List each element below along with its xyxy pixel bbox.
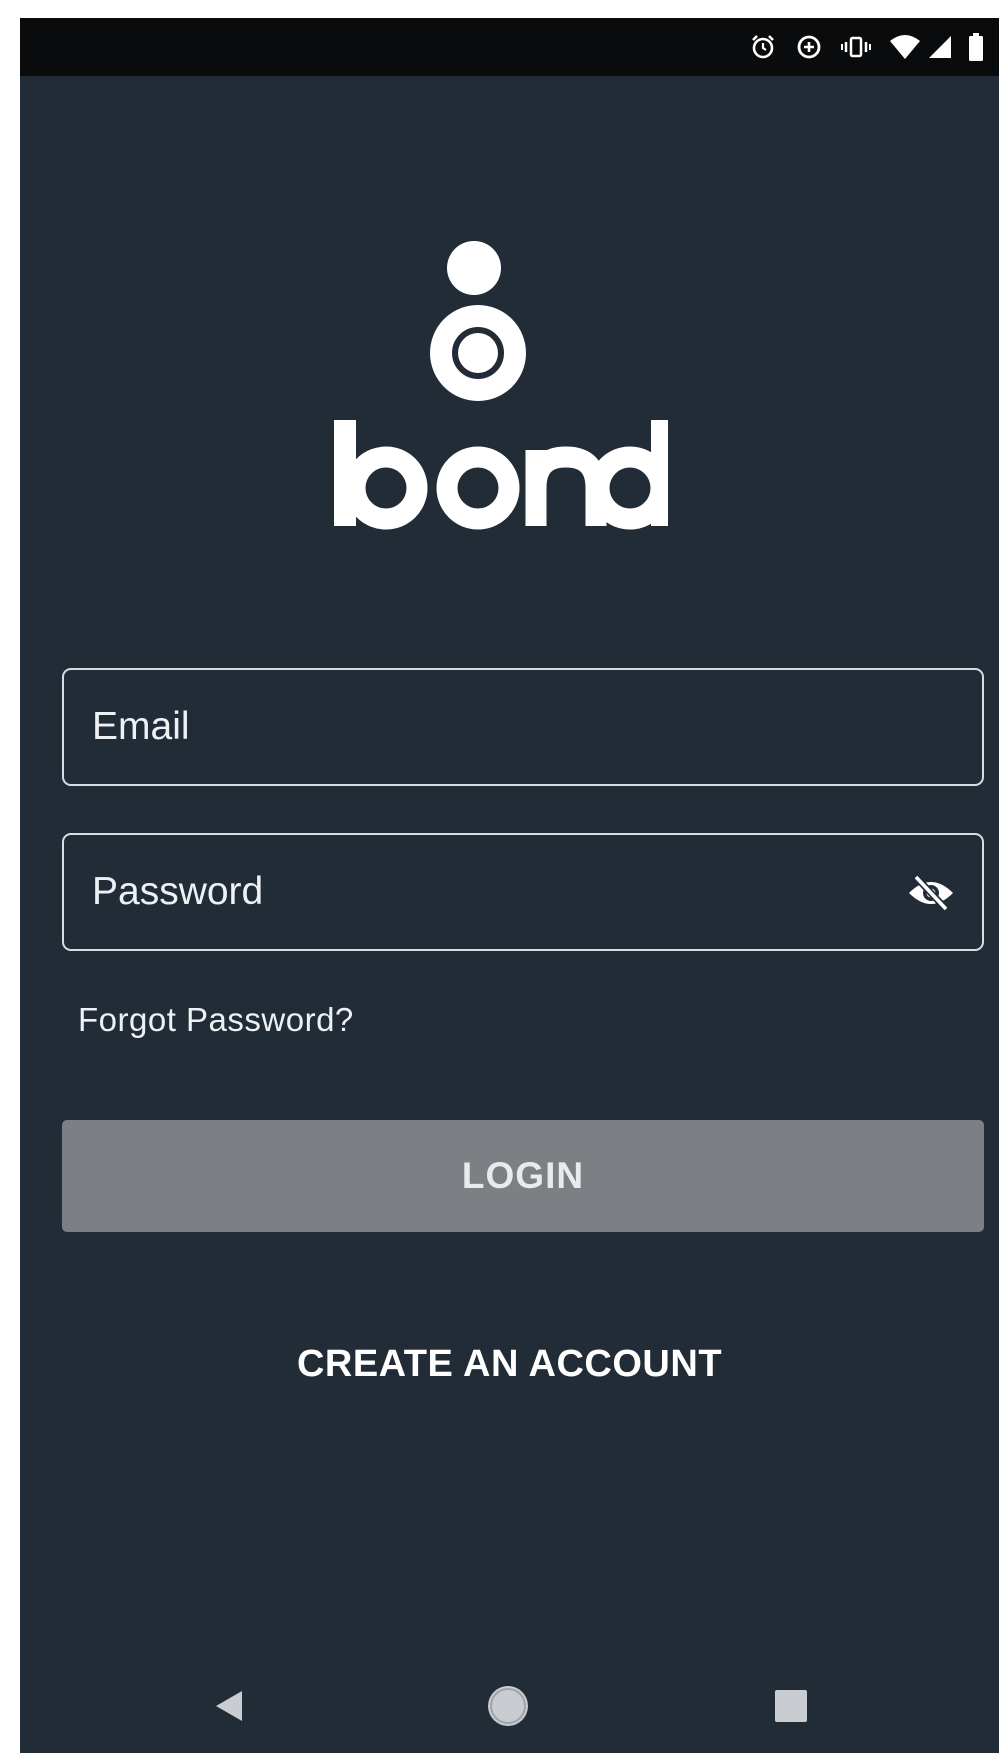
- email-field[interactable]: [62, 668, 984, 786]
- home-icon[interactable]: [482, 1680, 534, 1732]
- phone-screen: Forgot Password? LOGIN CREATE AN ACCOUNT: [20, 18, 999, 1753]
- wifi-icon: [889, 33, 921, 61]
- login-button[interactable]: LOGIN: [62, 1120, 984, 1232]
- vibrate-icon: [841, 33, 871, 61]
- eye-off-icon[interactable]: [906, 871, 956, 915]
- cell-signal-icon: [927, 33, 953, 61]
- password-field[interactable]: [62, 833, 984, 951]
- status-icons: [749, 18, 999, 76]
- data-saver-icon: [795, 33, 823, 61]
- navigation-bar: [20, 1658, 999, 1753]
- back-icon[interactable]: [202, 1680, 254, 1732]
- login-button-label: LOGIN: [461, 1155, 585, 1196]
- battery-icon: [967, 32, 985, 62]
- email-input[interactable]: [64, 670, 982, 784]
- alarm-icon: [749, 33, 777, 61]
- password-input[interactable]: [64, 835, 982, 949]
- recents-icon[interactable]: [765, 1680, 817, 1732]
- bond-logo: [328, 238, 673, 548]
- forgot-password-link[interactable]: Forgot Password?: [78, 1001, 354, 1039]
- create-account-button[interactable]: CREATE AN ACCOUNT: [20, 1343, 999, 1386]
- status-bar: [20, 18, 999, 76]
